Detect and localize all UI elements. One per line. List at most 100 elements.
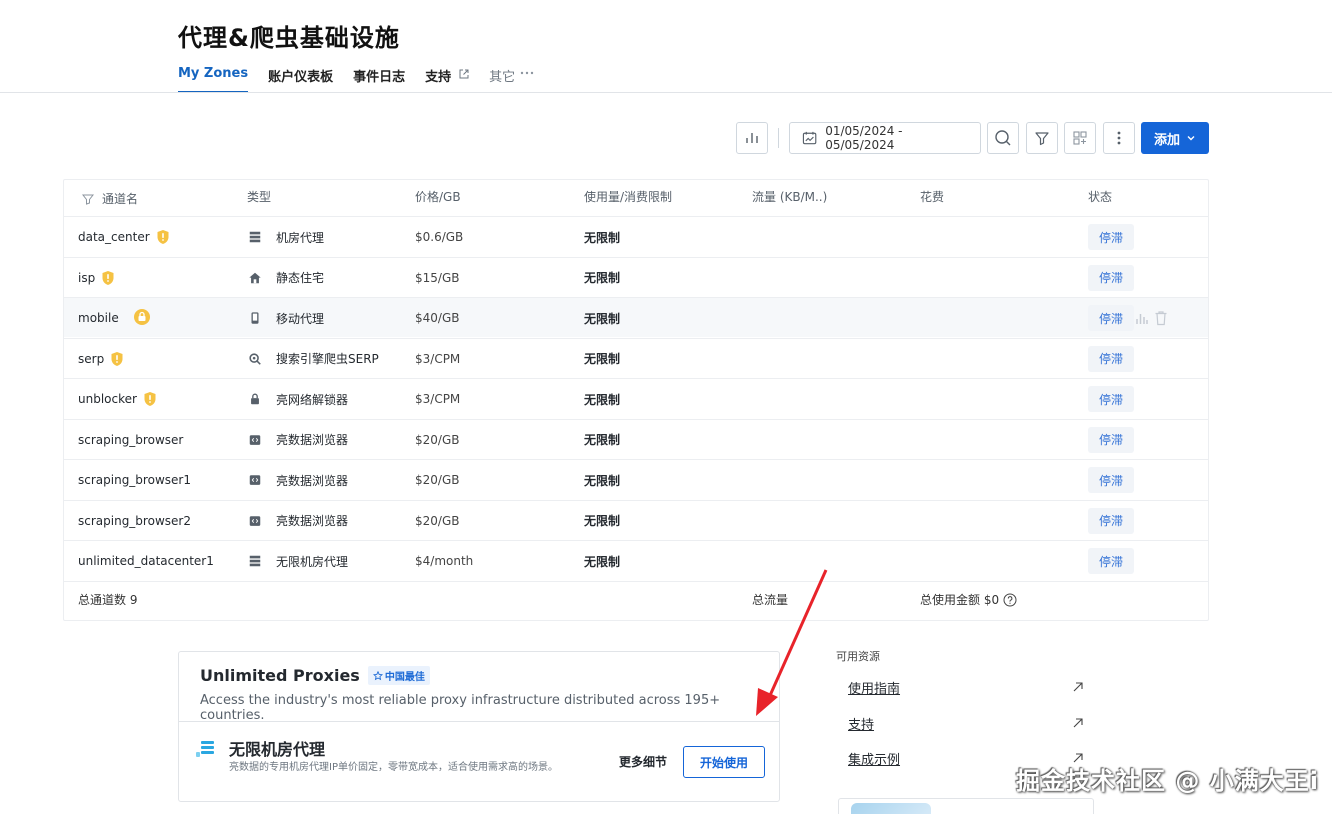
arrow-up-right-icon xyxy=(1073,718,1083,728)
zone-type: 机房代理 xyxy=(248,217,324,257)
more-details-link[interactable]: 更多细节 xyxy=(619,753,667,770)
resource-preview-card[interactable] xyxy=(838,798,1094,814)
zone-name[interactable]: scraping_browser2 xyxy=(78,501,191,541)
table-row[interactable]: data_center 机房代理 $0.6/GB 无限制 停滞 xyxy=(64,216,1208,256)
stats-icon[interactable] xyxy=(1134,310,1150,326)
zone-name-text: serp xyxy=(78,351,105,366)
table-row[interactable]: scraping_browser 亮数据浏览器 $20/GB 无限制 停滞 xyxy=(64,418,1208,460)
zone-type: 搜索引擎爬虫SERP xyxy=(248,339,379,379)
search-button[interactable] xyxy=(987,122,1019,154)
zone-price: $3/CPM xyxy=(415,392,461,406)
main-nav: My Zones 账户仪表板 事件日志 支持 其它 xyxy=(178,66,554,93)
grid-add-icon xyxy=(1073,131,1087,145)
zone-type-text: 静态住宅 xyxy=(276,271,325,285)
grid-view-button[interactable] xyxy=(1064,122,1096,154)
tab-other[interactable]: 其它 xyxy=(489,66,534,93)
tab-support[interactable]: 支持 xyxy=(425,66,469,93)
zone-name[interactable]: scraping_browser xyxy=(78,420,183,460)
filter-icon xyxy=(82,194,94,205)
table-row[interactable]: unlimited_datacenter1 无限机房代理 $4/month 无限制 停滞 xyxy=(64,540,1208,580)
zone-usage: 无限制 xyxy=(584,392,621,407)
header-status[interactable]: 状态 xyxy=(1088,188,1112,205)
star-icon xyxy=(372,670,383,680)
unlimited-proxies-card: Unlimited Proxies 中国最佳 Access the indust… xyxy=(178,651,780,802)
tab-event-log[interactable]: 事件日志 xyxy=(353,66,405,93)
table-row[interactable]: scraping_browser1 亮数据浏览器 $20/GB 无限制 停滞 xyxy=(64,459,1208,499)
zone-name-text: unblocker xyxy=(78,392,137,406)
card-title: Unlimited Proxies 中国最佳 xyxy=(200,666,430,685)
status-badge[interactable]: 停滞 xyxy=(1088,507,1134,534)
zone-name-text: scraping_browser1 xyxy=(78,473,191,487)
zone-name[interactable]: scraping_browser1 xyxy=(78,460,191,500)
resource-link-label: 集成示例 xyxy=(848,752,901,768)
status-badge[interactable]: 停滞 xyxy=(1088,305,1134,331)
table-row[interactable]: isp 静态住宅 $15/GB 无限制 停滞 xyxy=(64,256,1208,298)
tab-label: My Zones xyxy=(178,66,249,81)
card-description: Access the industry's most reliable prox… xyxy=(200,693,721,723)
help-icon[interactable] xyxy=(1003,593,1017,607)
home-icon xyxy=(249,272,261,283)
more-horizontal-icon xyxy=(520,71,534,75)
status-badge[interactable]: 停滞 xyxy=(1088,224,1134,250)
status-badge[interactable]: 停滞 xyxy=(1088,467,1134,493)
zone-type: 静态住宅 xyxy=(248,258,324,298)
header-price[interactable]: 价格/GB xyxy=(415,188,461,205)
date-range-picker[interactable]: 01/05/2024 - 05/05/2024 xyxy=(789,122,981,154)
datacenter-product-icon xyxy=(196,741,214,757)
status-badge[interactable]: 停滞 xyxy=(1088,548,1134,574)
zone-usage: 无限制 xyxy=(584,473,621,488)
mobile-icon xyxy=(251,312,259,324)
date-range-text: 01/05/2024 - 05/05/2024 xyxy=(825,124,903,152)
zone-name[interactable]: data_center xyxy=(78,217,170,257)
zone-name[interactable]: isp xyxy=(78,258,115,298)
status-badge[interactable]: 停滞 xyxy=(1088,426,1134,453)
more-options-button[interactable] xyxy=(1103,122,1135,154)
total-cost: 总使用金额 $0 xyxy=(920,591,1017,608)
table-row[interactable]: unblocker 亮网络解锁器 $3/CPM 无限制 停滞 xyxy=(64,378,1208,418)
trash-icon[interactable] xyxy=(1154,310,1168,326)
zone-name[interactable]: unlimited_datacenter1 xyxy=(78,541,214,581)
table-row[interactable]: mobile 移动代理 $40/GB 无限制 停滞 xyxy=(64,297,1208,337)
status-badge[interactable]: 停滞 xyxy=(1088,345,1134,372)
zone-type-text: 移动代理 xyxy=(276,311,325,326)
server-icon xyxy=(249,231,261,243)
search-icon xyxy=(995,130,1011,146)
zone-price: $15/GB xyxy=(415,270,460,285)
zone-name[interactable]: mobile xyxy=(78,298,151,338)
resource-link-label: 使用指南 xyxy=(848,681,901,697)
header-name[interactable]: 通道名 xyxy=(82,190,138,207)
code-icon xyxy=(249,475,261,485)
get-started-button[interactable]: 开始使用 xyxy=(683,746,765,778)
zone-name-text: scraping_browser xyxy=(78,432,184,447)
resource-link-support[interactable]: 支持 xyxy=(848,714,1084,733)
chart-view-button[interactable] xyxy=(736,122,768,154)
header-traffic[interactable]: 流量 (KB/M..) xyxy=(752,188,827,205)
zones-table: 通道名 类型 价格/GB 使用量/消费限制 流量 (KB/M..) 花费 状态 … xyxy=(63,179,1209,621)
header-usage[interactable]: 使用量/消费限制 xyxy=(584,188,672,205)
resource-link-guide[interactable]: 使用指南 xyxy=(848,678,1084,697)
zone-usage: 无限制 xyxy=(584,433,621,447)
toolbar-separator xyxy=(778,128,779,148)
product-title: 无限机房代理 xyxy=(229,740,326,759)
zone-name-text: isp xyxy=(78,270,96,285)
zone-name[interactable]: serp xyxy=(78,339,124,379)
status-badge[interactable]: 停滞 xyxy=(1088,386,1134,412)
tab-my-zones[interactable]: My Zones xyxy=(178,66,249,93)
search-icon xyxy=(249,352,261,365)
header-cost[interactable]: 花费 xyxy=(920,188,944,205)
table-row[interactable]: scraping_browser2 亮数据浏览器 $20/GB 无限制 停滞 xyxy=(64,499,1208,541)
header-type[interactable]: 类型 xyxy=(247,188,271,205)
add-button[interactable]: 添加 xyxy=(1141,122,1209,154)
zone-usage: 无限制 xyxy=(584,514,621,528)
nav-divider xyxy=(0,92,1332,93)
filter-button[interactable] xyxy=(1026,122,1058,154)
zone-type-text: 亮数据浏览器 xyxy=(276,514,349,528)
zone-name[interactable]: unblocker xyxy=(78,379,157,419)
bar-chart-icon xyxy=(746,133,758,143)
zone-type: 无限机房代理 xyxy=(248,541,348,581)
zone-name-text: unlimited_datacenter1 xyxy=(78,554,214,568)
tab-account-dashboard[interactable]: 账户仪表板 xyxy=(268,66,333,93)
card-title-text: Unlimited Proxies xyxy=(200,666,360,685)
table-row[interactable]: serp 搜索引擎爬虫SERP $3/CPM 无限制 停滞 xyxy=(64,337,1208,379)
status-badge[interactable]: 停滞 xyxy=(1088,264,1134,291)
